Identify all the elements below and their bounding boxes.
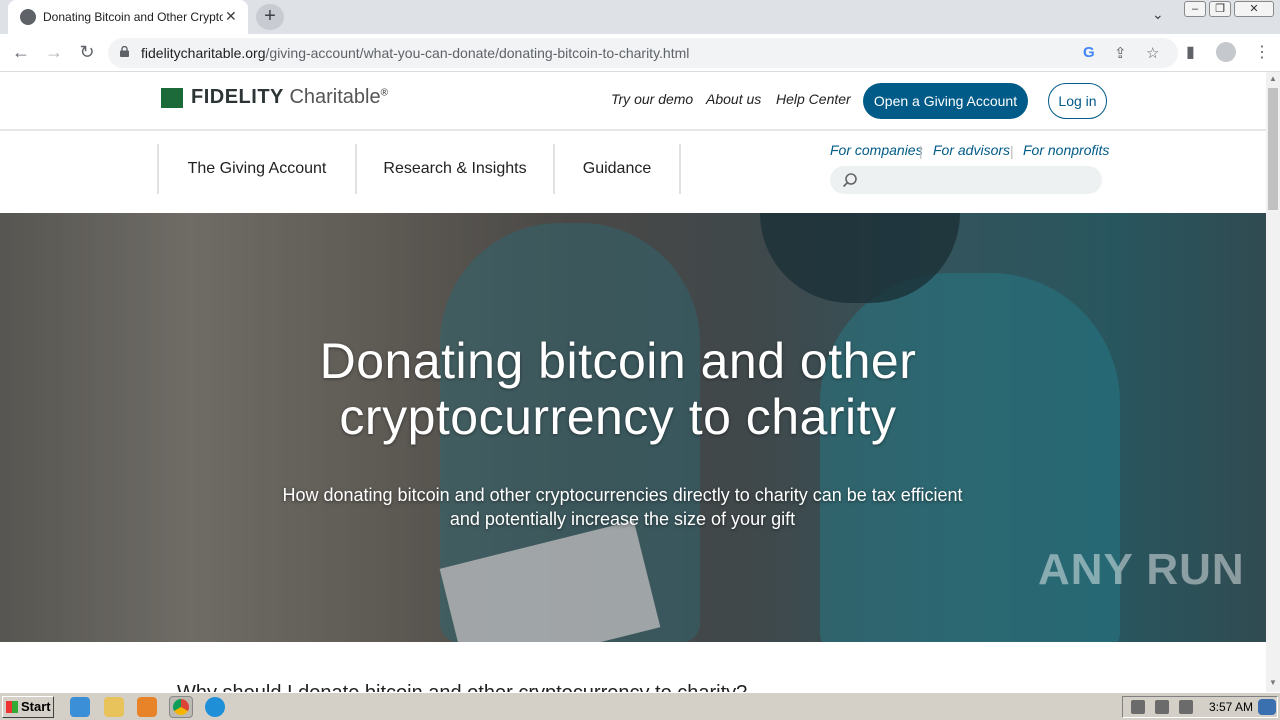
section-heading: Why should I donate bitcoin and other cr… — [177, 682, 747, 692]
hero-title: Donating bitcoin and other cryptocurrenc… — [0, 333, 1236, 445]
logo-mark-icon — [161, 88, 183, 108]
web-page: FIDELITY Charitable® Try our demo About … — [0, 72, 1266, 692]
google-icon[interactable]: G — [1083, 44, 1095, 61]
for-advisors-link[interactable]: For advisors — [933, 142, 1010, 158]
scroll-thumb[interactable] — [1268, 88, 1278, 210]
show-desktop-icon[interactable] — [1258, 699, 1276, 715]
new-tab-button[interactable]: + — [256, 4, 284, 30]
for-nonprofits-link[interactable]: For nonprofits — [1023, 142, 1109, 158]
url-host: fidelitycharitable.org — [141, 45, 266, 61]
nav-giving-account[interactable]: The Giving Account — [157, 144, 355, 194]
explorer-folder-icon[interactable] — [104, 697, 124, 717]
hero-title-line2: cryptocurrency to charity — [339, 389, 897, 445]
clock: 3:57 AM — [1209, 700, 1254, 714]
restore-icon[interactable]: ❐ — [1209, 1, 1231, 17]
media-player-icon[interactable] — [137, 697, 157, 717]
browser-tab-strip: Donating Bitcoin and Other Cryptocu ✕ + … — [0, 0, 1280, 34]
logo-bold: FIDELITY — [191, 86, 284, 108]
side-panel-icon[interactable]: ▮ — [1186, 42, 1195, 62]
chevron-down-icon[interactable]: ⌄ — [1152, 6, 1164, 23]
profile-avatar-icon[interactable] — [1216, 42, 1236, 62]
close-window-icon[interactable]: ✕ — [1234, 1, 1274, 17]
chrome-taskbar-button[interactable] — [169, 696, 193, 718]
tab-title: Donating Bitcoin and Other Cryptocu — [43, 10, 223, 24]
header-divider — [0, 129, 1266, 131]
windows-flag-icon — [6, 701, 18, 713]
close-tab-icon[interactable]: ✕ — [225, 8, 237, 25]
edge-icon[interactable] — [205, 697, 225, 717]
hero-title-line1: Donating bitcoin and other — [319, 333, 917, 389]
logo-text: FIDELITY Charitable® — [191, 86, 388, 109]
back-icon[interactable]: ← — [10, 42, 32, 63]
globe-icon — [20, 9, 36, 25]
link-separator: | — [919, 143, 923, 159]
nav-divider — [679, 144, 681, 194]
nav-research-insights[interactable]: Research & Insights — [355, 144, 553, 194]
network-icon[interactable] — [1155, 700, 1169, 714]
page-scrollbar[interactable]: ▲ ▼ — [1266, 72, 1280, 692]
ie-icon[interactable] — [70, 697, 90, 717]
link-separator: | — [1010, 143, 1014, 159]
hero-subtitle: How donating bitcoin and other cryptocur… — [282, 485, 963, 529]
system-tray: 3:57 AM — [1122, 696, 1278, 718]
logo-registered: ® — [380, 87, 388, 99]
share-icon[interactable]: ⇪ — [1114, 44, 1127, 62]
volume-icon[interactable] — [1131, 700, 1145, 714]
open-giving-account-button[interactable]: Open a Giving Account — [863, 83, 1028, 119]
browser-toolbar: ← → ↻ fidelitycharitable.org/giving-acco… — [0, 34, 1280, 72]
reload-icon[interactable]: ↻ — [76, 42, 98, 63]
address-bar[interactable]: fidelitycharitable.org/giving-account/wh… — [108, 38, 1178, 68]
try-demo-link[interactable]: Try our demo — [611, 91, 693, 107]
start-button[interactable]: Start — [2, 696, 54, 718]
windows-taskbar: Start 3:57 AM — [0, 692, 1280, 720]
url-text: fidelitycharitable.org/giving-account/wh… — [141, 45, 689, 61]
help-center-link[interactable]: Help Center — [776, 91, 851, 107]
chrome-icon — [173, 699, 189, 715]
start-label: Start — [21, 699, 51, 714]
login-button[interactable]: Log in — [1048, 83, 1107, 119]
logo-light: Charitable — [289, 86, 381, 108]
search-input[interactable] — [830, 166, 1102, 194]
anyrun-watermark: ANY RUN — [1038, 545, 1245, 594]
scroll-down-icon[interactable]: ▼ — [1269, 678, 1277, 687]
search-icon — [842, 173, 857, 188]
flag-icon[interactable] — [1179, 700, 1193, 714]
bookmark-star-icon[interactable]: ☆ — [1146, 44, 1159, 62]
kebab-menu-icon[interactable]: ⋮ — [1254, 42, 1270, 62]
about-us-link[interactable]: About us — [706, 91, 761, 107]
for-companies-link[interactable]: For companies — [830, 142, 923, 158]
lock-icon — [120, 46, 129, 57]
nav-guidance[interactable]: Guidance — [553, 144, 679, 194]
forward-icon[interactable]: → — [43, 42, 65, 63]
minimize-icon[interactable]: – — [1184, 1, 1206, 17]
scroll-up-icon[interactable]: ▲ — [1269, 74, 1277, 83]
browser-tab[interactable]: Donating Bitcoin and Other Cryptocu ✕ — [8, 0, 248, 34]
url-path: /giving-account/what-you-can-donate/dona… — [265, 45, 690, 61]
